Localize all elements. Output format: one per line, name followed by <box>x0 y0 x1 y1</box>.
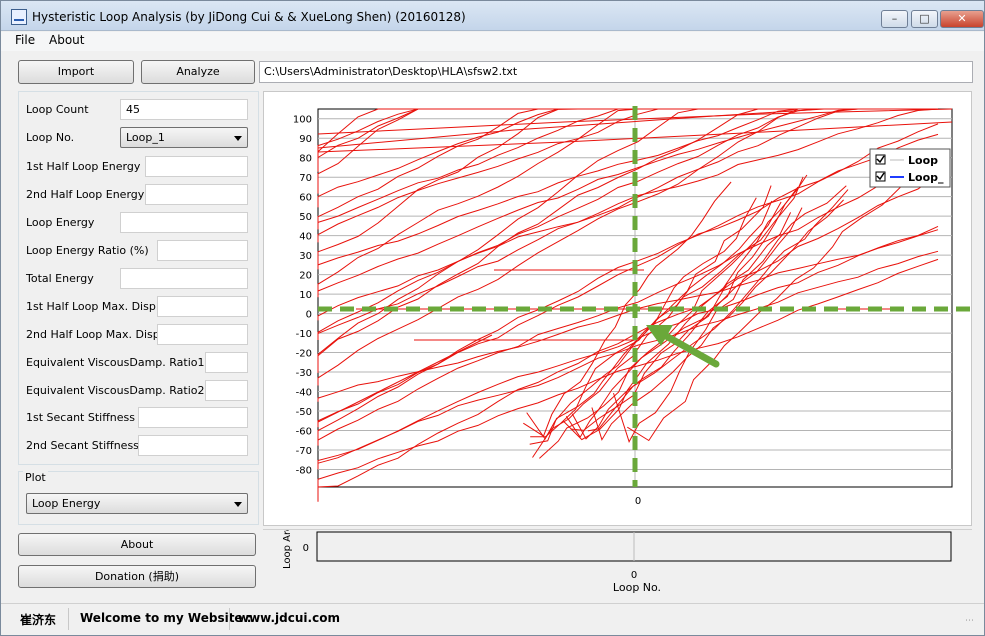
first-secant-stiffness-label: 1st Secant Stiffness <box>26 411 135 424</box>
y-tick-label: 80 <box>299 154 312 165</box>
y-tick-label: -30 <box>296 368 312 379</box>
y-tick-label: 70 <box>299 173 312 184</box>
y-tick-label: 30 <box>299 251 312 262</box>
title-bar[interactable]: Hysteristic Loop Analysis (by JiDong Cui… <box>1 1 984 31</box>
status-website[interactable]: www.jdcui.com <box>238 611 340 625</box>
chevron-down-icon <box>234 502 242 507</box>
loop-no-selected: Loop_1 <box>126 131 165 144</box>
first-half-loop-energy-label: 1st Half Loop Energy <box>26 160 141 173</box>
y-tick-label: -70 <box>296 446 312 457</box>
maximize-button[interactable]: □ <box>911 10 938 28</box>
y-tick-label: 10 <box>299 290 312 301</box>
first-half-loop-energy-field[interactable] <box>145 156 248 177</box>
y-tick-label: -40 <box>296 388 312 399</box>
second-secant-stiffness-label: 2nd Secant Stiffness <box>26 439 139 452</box>
legend-label-1: Loop <box>908 154 938 167</box>
first-secant-stiffness-field[interactable] <box>138 407 248 428</box>
viscous-damp-ratio1-label: Equivalent ViscousDamp. Ratio1 (%) <box>26 356 228 369</box>
first-half-max-disp-label: 1st Half Loop Max. Disp <box>26 300 156 313</box>
loop-area-y-tick: 0 <box>303 543 309 554</box>
second-half-max-disp-label: 2nd Half Loop Max. Disp <box>26 328 160 341</box>
import-button[interactable]: Import <box>18 60 134 84</box>
plot-type-selected: Loop Energy <box>32 497 101 510</box>
y-tick-label: 100 <box>293 115 312 126</box>
loop-no-label: Loop No. <box>26 131 75 144</box>
y-tick-label: -80 <box>296 465 312 476</box>
loop-count-label: Loop Count <box>26 103 89 116</box>
legend[interactable]: Loop Loop_ <box>869 148 951 188</box>
status-separator <box>68 608 69 630</box>
window-title: Hysteristic Loop Analysis (by JiDong Cui… <box>32 10 466 24</box>
y-tick-label: 50 <box>299 212 312 223</box>
loop-area-chart-panel[interactable]: 0 0 Loop No. Loop Are <box>263 525 972 598</box>
loop-energy-label: Loop Energy <box>26 216 95 229</box>
y-tick-label: 0 <box>306 310 312 321</box>
hysteresis-chart[interactable]: 1009080706050403020100-10-20-30-40-50-60… <box>264 92 973 527</box>
loop-energy-ratio-label: Loop Energy Ratio (%) <box>26 244 149 257</box>
loop-area-chart[interactable]: 0 0 Loop No. Loop Are <box>263 525 972 598</box>
viscous-damp-ratio2-label: Equivalent ViscousDamp. Ratio2 (%) <box>26 384 228 397</box>
y-tick-label: 20 <box>299 271 312 282</box>
resize-grip-icon[interactable]: ⋯ <box>965 616 974 626</box>
close-button[interactable]: ✕ <box>940 10 984 28</box>
status-bar: 崔济东 Welcome to my Website : www.jdcui.co… <box>1 603 984 635</box>
status-welcome: Welcome to my Website : <box>80 611 252 625</box>
total-energy-label: Total Energy <box>26 272 94 285</box>
y-tick-label: 60 <box>299 193 312 204</box>
plot-group-label: Plot <box>23 471 48 484</box>
y-tick-label: -20 <box>296 349 312 360</box>
donation-button[interactable]: Donation (捐助) <box>18 565 256 588</box>
second-half-loop-energy-field[interactable] <box>145 184 248 205</box>
status-author: 崔济东 <box>20 613 57 627</box>
viscous-damp-ratio2-field[interactable] <box>205 380 248 401</box>
menu-about[interactable]: About <box>45 33 88 47</box>
total-energy-field[interactable] <box>120 268 248 289</box>
second-secant-stiffness-field[interactable] <box>138 435 248 456</box>
first-half-max-disp-field[interactable] <box>157 296 248 317</box>
menu-file[interactable]: File <box>11 33 39 47</box>
loop-no-select[interactable]: Loop_1 <box>120 127 248 148</box>
chevron-down-icon <box>234 136 242 141</box>
y-tick-label: -10 <box>296 329 312 340</box>
legend-label-2: Loop_ <box>908 171 944 184</box>
app-icon <box>11 9 27 25</box>
second-half-max-disp-field[interactable] <box>157 324 248 345</box>
loop-area-ylabel: Loop Are <box>282 530 293 569</box>
status-separator <box>229 608 230 630</box>
loop-area-x-tick: 0 <box>631 570 637 581</box>
menu-bar: File About <box>1 32 984 51</box>
y-tick-label: 40 <box>299 232 312 243</box>
loop-energy-field[interactable] <box>120 212 248 233</box>
x-tick-label: 0 <box>635 496 641 507</box>
loop-count-field[interactable]: 45 <box>120 99 248 120</box>
about-button[interactable]: About <box>18 533 256 556</box>
y-tick-label: -50 <box>296 407 312 418</box>
app-window: Hysteristic Loop Analysis (by JiDong Cui… <box>0 0 985 636</box>
viscous-damp-ratio1-field[interactable] <box>205 352 248 373</box>
minimize-button[interactable]: – <box>881 10 908 28</box>
y-tick-label: -60 <box>296 426 312 437</box>
file-path-field[interactable]: C:\Users\Administrator\Desktop\HLA\sfsw2… <box>259 61 973 83</box>
y-tick-labels: 1009080706050403020100-10-20-30-40-50-60… <box>293 115 312 477</box>
plot-type-select[interactable]: Loop Energy <box>26 493 248 514</box>
hysteresis-chart-panel[interactable]: 100 90 80 70 60 50 40 30 20 10 0 -10 -20 -30 -40 -50 -60… <box>263 91 972 526</box>
y-tick-label: 90 <box>299 134 312 145</box>
loop-area-xlabel: Loop No. <box>613 581 661 594</box>
loop-energy-ratio-field[interactable] <box>157 240 248 261</box>
analyze-button[interactable]: Analyze <box>141 60 255 84</box>
second-half-loop-energy-label: 2nd Half Loop Energy <box>26 188 145 201</box>
